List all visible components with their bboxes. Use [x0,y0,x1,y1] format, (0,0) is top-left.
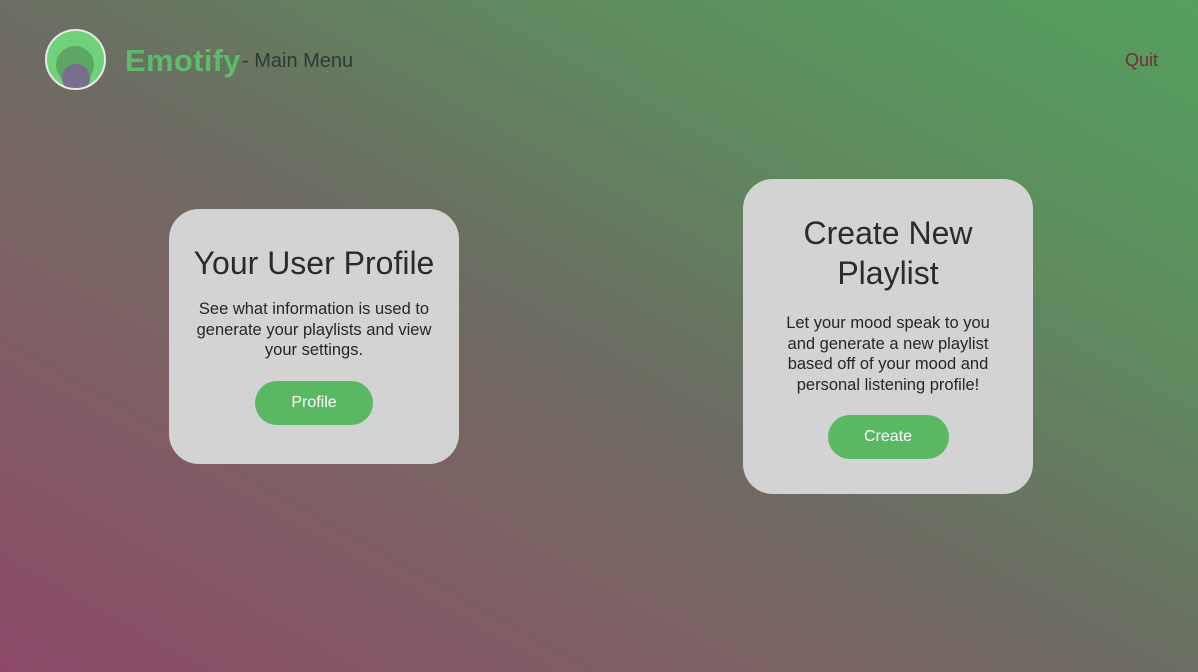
create-playlist-card: Create New Playlist Let your mood speak … [743,179,1033,494]
create-button[interactable]: Create [827,415,949,459]
profile-card-title: Your User Profile [193,245,435,281]
page-title: - Main Menu [242,50,354,72]
create-card-title: Create New Playlist [803,215,973,291]
logo-core-circle [62,64,90,88]
header: Emotify - Main Menu Quit [0,0,1198,120]
profile-button[interactable]: Profile [255,380,373,425]
profile-card-description: See what information is used to generate… [196,300,432,359]
quit-link[interactable]: Quit [1125,50,1158,71]
user-profile-card: Your User Profile See what information i… [169,209,459,464]
create-card-description: Let your mood speak to you and generate … [786,314,990,394]
app-logo-icon [45,29,106,90]
app-name: Emotify [125,43,241,78]
